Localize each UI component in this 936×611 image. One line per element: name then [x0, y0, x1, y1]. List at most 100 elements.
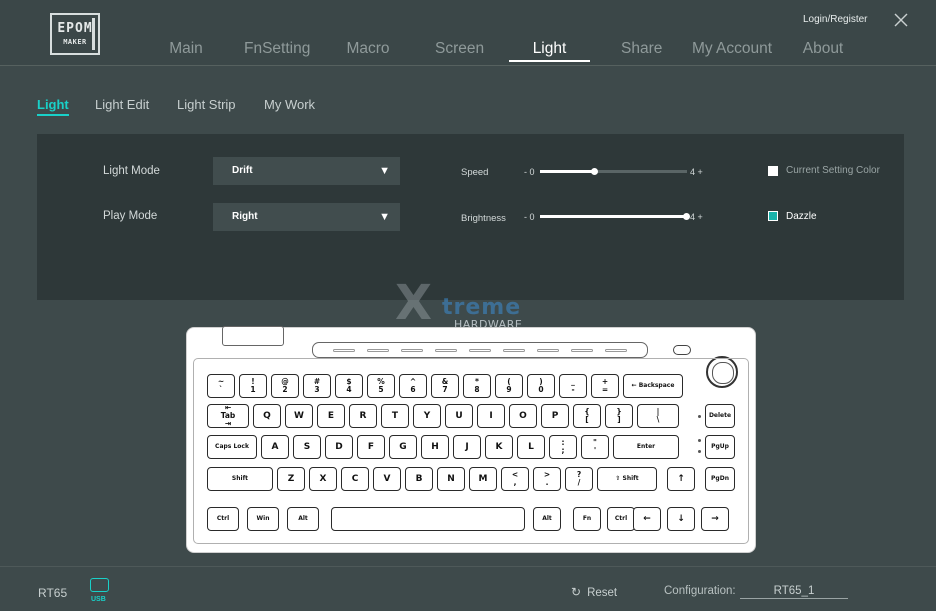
nav-tab-macro[interactable]: Macro	[346, 38, 390, 62]
keyboard-key[interactable]: ( 9	[495, 374, 523, 398]
brightness-minus[interactable]: - 0	[524, 212, 535, 222]
subtab-my-work[interactable]: My Work	[264, 97, 315, 112]
keyboard-key[interactable]: F	[357, 435, 385, 459]
subtab-light-strip[interactable]: Light Strip	[177, 97, 236, 112]
keyboard-key[interactable]: ← Backspace	[623, 374, 683, 398]
keyboard-key[interactable]: S	[293, 435, 321, 459]
keyboard-key[interactable]: Delete	[705, 404, 735, 428]
keyboard-key[interactable]: Q	[253, 404, 281, 428]
speed-slider-knob[interactable]	[591, 168, 599, 175]
keyboard-key[interactable]: G	[389, 435, 417, 459]
nav-tab-share[interactable]: Share	[621, 38, 662, 62]
keyboard-key[interactable]: Enter	[613, 435, 679, 459]
keyboard-key[interactable]: ←	[633, 507, 661, 531]
keyboard-key[interactable]: Ctrl	[207, 507, 239, 531]
keyboard-key[interactable]: J	[453, 435, 481, 459]
keyboard-key[interactable]: % 5	[367, 374, 395, 398]
current-setting-color-checkbox[interactable]	[768, 166, 778, 176]
brightness-slider[interactable]	[540, 213, 690, 220]
keyboard-key[interactable]: " '	[581, 435, 609, 459]
keyboard-key[interactable]: ! 1	[239, 374, 267, 398]
keyboard-key[interactable]: P	[541, 404, 569, 428]
keyboard-key[interactable]: | \	[637, 404, 679, 428]
keyboard-key[interactable]: →	[701, 507, 729, 531]
brightness-slider-fill	[540, 215, 687, 218]
keyboard-key[interactable]: E	[317, 404, 345, 428]
keyboard-key[interactable]: R	[349, 404, 377, 428]
nav-tab-screen[interactable]: Screen	[435, 38, 484, 62]
keyboard-key[interactable]: + =	[591, 374, 619, 398]
keyboard-key[interactable]: K	[485, 435, 513, 459]
keyboard-key[interactable]: ⇤ Tab ⇥	[207, 404, 249, 428]
keyboard-key[interactable]: Fn	[573, 507, 601, 531]
keyboard-key[interactable]: ↓	[667, 507, 695, 531]
configuration-select[interactable]: RT65_1	[740, 585, 848, 599]
keyboard-key[interactable]: } ]	[605, 404, 633, 428]
light-mode-select[interactable]: Drift ▼	[213, 157, 400, 185]
close-icon[interactable]	[893, 12, 909, 28]
nav-tab-light[interactable]: Light	[509, 38, 590, 62]
nav-tab-about[interactable]: About	[801, 38, 845, 62]
keyboard-key[interactable]: PgUp	[705, 435, 735, 459]
keyboard-key[interactable]: ⇧ Shift	[597, 467, 657, 491]
keyboard-key[interactable]: Y	[413, 404, 441, 428]
keyboard-key[interactable]: X	[309, 467, 337, 491]
keyboard-key[interactable]: ) 0	[527, 374, 555, 398]
keyboard-key[interactable]: M	[469, 467, 497, 491]
brightness-slider-knob[interactable]	[683, 213, 690, 220]
keyboard-key[interactable]: V	[373, 467, 401, 491]
keyboard-key[interactable]: T	[381, 404, 409, 428]
keyboard-key[interactable]: > .	[533, 467, 561, 491]
keyboard-key[interactable]: C	[341, 467, 369, 491]
keyboard-key[interactable]: Win	[247, 507, 279, 531]
keyboard-key[interactable]: ↑	[667, 467, 695, 491]
keyboard-key[interactable]: U	[445, 404, 473, 428]
keyboard-key[interactable]: Alt	[287, 507, 319, 531]
keyboard-key[interactable]: W	[285, 404, 313, 428]
speed-minus[interactable]: - 0	[524, 167, 535, 177]
play-mode-select[interactable]: Right ▼	[213, 203, 400, 231]
keyboard-key[interactable]: < ,	[501, 467, 529, 491]
speed-plus[interactable]: 4 +	[690, 167, 703, 177]
keyboard-key[interactable]: @ 2	[271, 374, 299, 398]
keyboard-key[interactable]: _ -	[559, 374, 587, 398]
keyboard-key[interactable]: $ 4	[335, 374, 363, 398]
keyboard-key[interactable]: { [	[573, 404, 601, 428]
nav-tab-fnsetting[interactable]: FnSetting	[244, 38, 310, 62]
keyboard-light-strip	[312, 342, 648, 358]
nav-tab-main[interactable]: Main	[168, 38, 204, 62]
dazzle-checkbox[interactable]	[768, 211, 778, 221]
keyboard-key[interactable]: ^ 6	[399, 374, 427, 398]
keyboard-key[interactable]: Shift	[207, 467, 273, 491]
keyboard-key[interactable]: I	[477, 404, 505, 428]
keyboard-key[interactable]: O	[509, 404, 537, 428]
keyboard-key[interactable]	[331, 507, 525, 531]
keyboard-key[interactable]: D	[325, 435, 353, 459]
subtab-light[interactable]: Light	[37, 97, 69, 116]
keyboard-key[interactable]: Caps Lock	[207, 435, 257, 459]
keyboard-key[interactable]: Alt	[533, 507, 561, 531]
nav-tab-my-account[interactable]: My Account	[691, 38, 773, 62]
keyboard-key[interactable]: Ctrl	[607, 507, 635, 531]
subtab-light-edit[interactable]: Light Edit	[95, 97, 149, 112]
keyboard-key[interactable]: ~ `	[207, 374, 235, 398]
keyboard-key[interactable]: N	[437, 467, 465, 491]
login-register-link[interactable]: Login/Register	[803, 14, 867, 25]
brightness-plus[interactable]: 4 +	[690, 212, 703, 222]
reset-button[interactable]: ↻ Reset	[571, 585, 617, 599]
keyboard-key[interactable]: ? /	[565, 467, 593, 491]
speed-slider[interactable]	[540, 168, 687, 175]
keyboard-key[interactable]: : ;	[549, 435, 577, 459]
keyboard-key[interactable]: * 8	[463, 374, 491, 398]
keyboard-key[interactable]: # 3	[303, 374, 331, 398]
keyboard-key[interactable]: PgDn	[705, 467, 735, 491]
keyboard-key[interactable]: Z	[277, 467, 305, 491]
keyboard-key[interactable]: & 7	[431, 374, 459, 398]
footer-bar: RT65 USB ↻ Reset Configuration: RT65_1	[0, 566, 936, 611]
usb-connection-button[interactable]: USB	[89, 578, 111, 606]
keyboard-key[interactable]: B	[405, 467, 433, 491]
watermark-line1: treme	[442, 295, 522, 320]
keyboard-key[interactable]: A	[261, 435, 289, 459]
keyboard-key[interactable]: H	[421, 435, 449, 459]
keyboard-key[interactable]: L	[517, 435, 545, 459]
